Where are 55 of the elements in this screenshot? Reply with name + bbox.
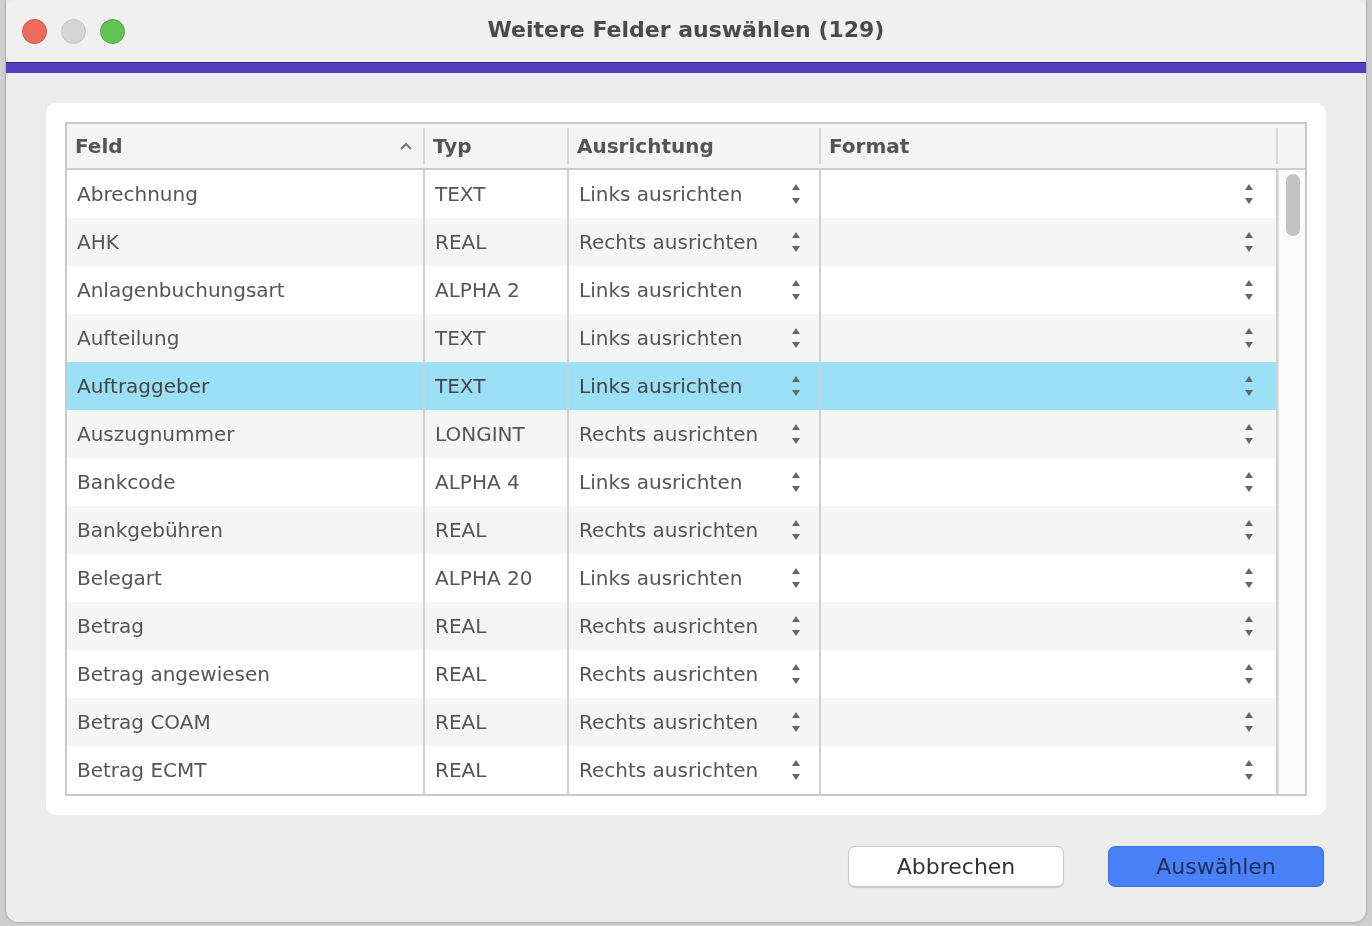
table-cell: TEXT — [435, 182, 486, 206]
table-cell: Betrag ECMT — [77, 758, 207, 782]
table-cell: Auszugnummer — [77, 422, 235, 446]
table-cell: REAL — [435, 662, 487, 686]
table-cell: Anlagenbuchungsart — [77, 278, 285, 302]
alignment-popup[interactable]: Rechts ausrichten — [579, 614, 759, 638]
alignment-popup[interactable]: Rechts ausrichten — [579, 710, 759, 734]
table-row[interactable]: Auszugnummer LONGINT Rechts ausrichten — [67, 410, 1278, 458]
column-header[interactable]: Format — [821, 128, 1278, 164]
table-cell: REAL — [435, 518, 487, 542]
alignment-popup[interactable]: Links ausrichten — [579, 374, 743, 398]
table-cell: Betrag — [77, 614, 145, 638]
alignment-popup[interactable]: Rechts ausrichten — [579, 422, 759, 446]
alignment-popup[interactable]: Links ausrichten — [579, 326, 743, 350]
alignment-popup[interactable]: Rechts ausrichten — [579, 758, 759, 782]
alignment-popup[interactable]: Links ausrichten — [579, 182, 743, 206]
table-cell: ALPHA 4 — [435, 470, 520, 494]
select-button[interactable]: Auswählen — [1108, 846, 1324, 887]
alignment-popup[interactable]: Links ausrichten — [579, 566, 743, 590]
table-cell: Bankgebühren — [77, 518, 224, 542]
table-cell: REAL — [435, 230, 487, 254]
table-cell: ALPHA 20 — [435, 566, 533, 590]
table-cell: TEXT — [435, 374, 486, 398]
table-cell: AHK — [77, 230, 119, 254]
table-cell: REAL — [435, 758, 487, 782]
table-cell: REAL — [435, 614, 487, 638]
table-row[interactable]: Bankgebühren REAL Rechts ausrichten — [67, 506, 1278, 554]
window-title: Weitere Felder auswählen (129) — [487, 17, 885, 42]
alignment-popup[interactable]: Links ausrichten — [579, 470, 743, 494]
alignment-popup[interactable]: Links ausrichten — [579, 278, 743, 302]
table-cell: Betrag angewiesen — [77, 662, 270, 686]
table-cell: Abrechnung — [77, 182, 198, 206]
table-cell: TEXT — [435, 326, 486, 350]
cancel-button[interactable]: Abbrechen — [848, 846, 1064, 887]
column-header[interactable]: Typ — [425, 128, 569, 164]
close-icon[interactable] — [22, 18, 47, 44]
table-cell: Auftraggeber — [77, 374, 210, 398]
table-cell: ALPHA 2 — [435, 278, 520, 302]
table-row[interactable]: Auftraggeber TEXT Links ausrichten — [67, 362, 1278, 410]
table-cell: LONGINT — [435, 422, 525, 446]
table-row[interactable]: Betrag REAL Rechts ausrichten — [67, 602, 1278, 650]
table-row[interactable]: Betrag COAM REAL Rechts ausrichten — [67, 698, 1278, 746]
table-cell: Aufteilung — [77, 326, 180, 350]
column-header[interactable]: Ausrichtung — [569, 128, 821, 164]
alignment-popup[interactable]: Rechts ausrichten — [579, 230, 759, 254]
table-row[interactable]: AHK REAL Rechts ausrichten — [67, 218, 1278, 266]
alignment-popup[interactable]: Rechts ausrichten — [579, 662, 759, 686]
scrollbar-thumb[interactable] — [1286, 174, 1300, 236]
table-row[interactable]: Aufteilung TEXT Links ausrichten — [67, 314, 1278, 362]
table-cell: Bankcode — [77, 470, 176, 494]
column-header[interactable]: Feld — [67, 128, 425, 164]
table-cell: Betrag COAM — [77, 710, 211, 734]
alignment-popup[interactable]: Rechts ausrichten — [579, 518, 759, 542]
table-cell: Belegart — [77, 566, 162, 590]
table-cell: REAL — [435, 710, 487, 734]
